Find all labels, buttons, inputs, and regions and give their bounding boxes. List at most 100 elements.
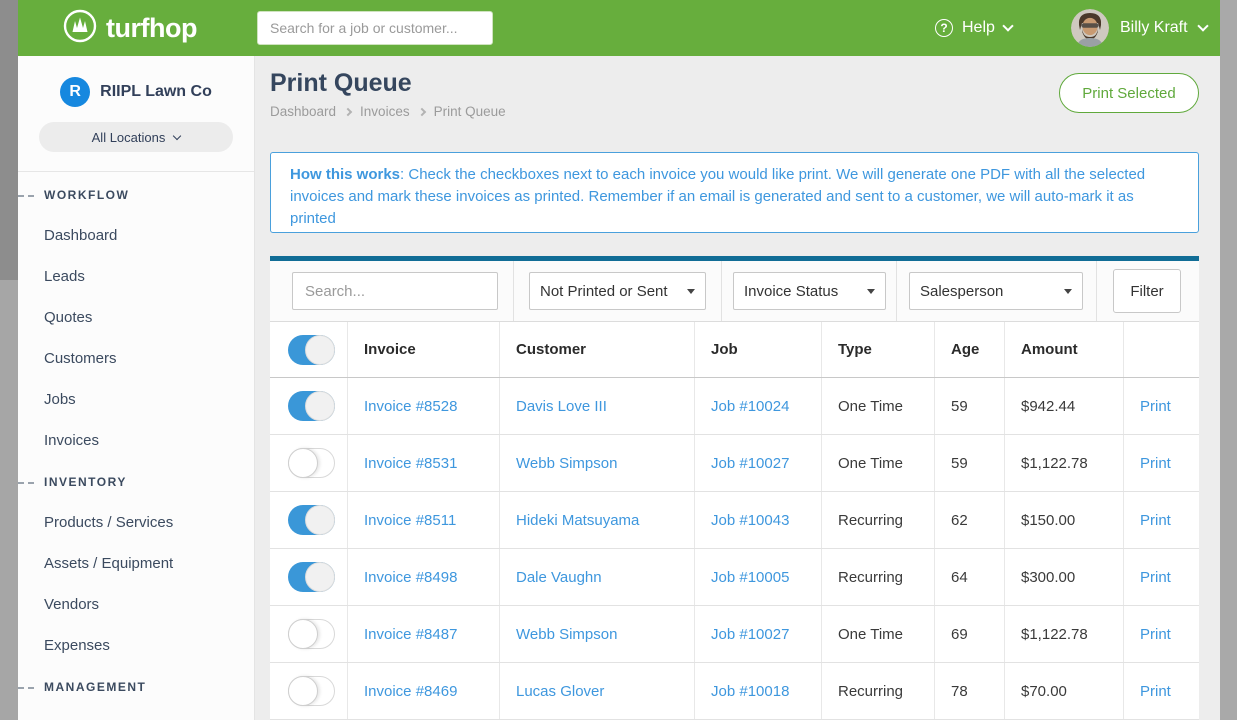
invoice-cell: Invoice #8487 [348, 606, 500, 662]
app-window: turfhop ? Help [0, 0, 1237, 720]
turfhop-grass-icon [63, 9, 97, 48]
row-select-cell [270, 492, 348, 548]
invoice-link[interactable]: Invoice #8531 [364, 455, 457, 472]
info-box: How this works: Check the checkboxes nex… [270, 152, 1199, 233]
print-link[interactable]: Print [1140, 569, 1171, 586]
customer-link[interactable]: Webb Simpson [516, 626, 617, 643]
sidebar-item-expenses[interactable]: Expenses [44, 637, 110, 654]
top-navbar: turfhop ? Help [18, 0, 1220, 56]
section-dash-icon [18, 195, 34, 197]
column-header-amount: Amount [1005, 322, 1124, 377]
sidebar-item-products-services[interactable]: Products / Services [44, 514, 173, 531]
job-link[interactable]: Job #10024 [711, 398, 789, 415]
sidebar-item-assets-equipment[interactable]: Assets / Equipment [44, 555, 173, 572]
print-link[interactable]: Print [1140, 683, 1171, 700]
customer-link[interactable]: Hideki Matsuyama [516, 512, 639, 529]
print-link[interactable]: Print [1140, 398, 1171, 415]
section-dash-icon [18, 687, 34, 689]
row-select-cell [270, 663, 348, 719]
table-row: Invoice #8528 Davis Love III Job #10024 One… [270, 378, 1199, 435]
job-cell: Job #10027 [695, 435, 822, 491]
breadcrumb-item-print-queue[interactable]: Print Queue [434, 104, 506, 119]
sidebar-item-jobs[interactable]: Jobs [44, 391, 76, 408]
action-cell: Print [1124, 606, 1199, 662]
left-scrollbar[interactable] [0, 0, 18, 720]
select-all-toggle[interactable] [288, 335, 335, 365]
app-logo[interactable]: turfhop [63, 0, 197, 56]
sidebar-item-invoices[interactable]: Invoices [44, 432, 99, 449]
left-scrollbar-thumb[interactable] [0, 0, 18, 280]
chevron-down-icon [173, 132, 181, 140]
right-scrollbar[interactable] [1220, 0, 1237, 720]
company-name: RIIPL Lawn Co [100, 83, 212, 101]
sidebar-item-vendors[interactable]: Vendors [44, 596, 99, 613]
invoice-link[interactable]: Invoice #8469 [364, 683, 457, 700]
customer-link[interactable]: Dale Vaughn [516, 569, 602, 586]
type-cell: Recurring [822, 663, 935, 719]
row-select-toggle[interactable] [288, 391, 335, 421]
global-search-input[interactable] [257, 11, 493, 45]
row-select-toggle[interactable] [288, 448, 335, 478]
invoice-status-dropdown[interactable]: Invoice Status [733, 272, 886, 310]
sidebar-section-inventory: INVENTORY [18, 461, 254, 502]
job-link[interactable]: Job #10018 [711, 683, 789, 700]
section-dash-icon [18, 482, 34, 484]
customer-link[interactable]: Davis Love III [516, 398, 607, 415]
sidebar-item-row: Quotes [18, 297, 254, 338]
sidebar-item-row: Expenses [18, 625, 254, 666]
sidebar-item-dashboard[interactable]: Dashboard [44, 227, 117, 244]
print-link[interactable]: Print [1140, 455, 1171, 472]
dropdown-caret-icon [867, 289, 875, 294]
filter-search-input[interactable] [292, 272, 498, 310]
sidebar-section-workflow: WORKFLOW [18, 174, 254, 215]
sidebar-nav: WORKFLOW Dashboard Leads Quotes Customers Job… [18, 174, 254, 720]
breadcrumb-item-dashboard[interactable]: Dashboard [270, 104, 336, 119]
job-link[interactable]: Job #10027 [711, 626, 789, 643]
info-box-heading: How this works [290, 166, 400, 183]
help-label: Help [962, 19, 995, 37]
filter-search-section [270, 261, 514, 321]
job-link[interactable]: Job #10043 [711, 512, 789, 529]
customer-link[interactable]: Webb Simpson [516, 455, 617, 472]
row-select-toggle[interactable] [288, 562, 335, 592]
sidebar-item-row: Invoices [18, 420, 254, 461]
invoice-link[interactable]: Invoice #8498 [364, 569, 457, 586]
amount-cell: $942.44 [1005, 378, 1124, 434]
print-link[interactable]: Print [1140, 512, 1171, 529]
invoice-link[interactable]: Invoice #8528 [364, 398, 457, 415]
printed-status-dropdown[interactable]: Not Printed or Sent [529, 272, 706, 310]
sidebar-item-leads[interactable]: Leads [44, 268, 85, 285]
main-content: Print Queue Dashboard Invoices Print Queue… [256, 56, 1220, 720]
sidebar-item-customers[interactable]: Customers [44, 350, 117, 367]
print-selected-button[interactable]: Print Selected [1059, 73, 1199, 113]
toggle-knob [288, 448, 318, 478]
row-select-toggle[interactable] [288, 505, 335, 535]
sidebar-divider [18, 171, 254, 172]
print-link[interactable]: Print [1140, 626, 1171, 643]
invoice-link[interactable]: Invoice #8487 [364, 626, 457, 643]
breadcrumb-separator-icon [344, 107, 352, 115]
table-row: Invoice #8487Webb SimpsonJob #10027One T… [270, 606, 1199, 663]
row-select-cell [270, 378, 348, 434]
breadcrumb-item-invoices[interactable]: Invoices [360, 104, 410, 119]
page-title: Print Queue [270, 69, 412, 98]
job-cell: Job #10018 [695, 663, 822, 719]
row-select-toggle[interactable] [288, 619, 335, 649]
row-select-toggle[interactable] [288, 676, 335, 706]
sidebar-section-label: INVENTORY [44, 475, 127, 489]
job-link[interactable]: Job #10027 [711, 455, 789, 472]
customer-cell: Lucas Glover [500, 663, 695, 719]
table-row: Invoice #8469 Lucas Glover Job #10018 Recur… [270, 663, 1199, 720]
job-link[interactable]: Job #10005 [711, 569, 789, 586]
help-menu[interactable]: ? Help [935, 0, 1012, 56]
customer-link[interactable]: Lucas Glover [516, 683, 604, 700]
salesperson-dropdown[interactable]: Salesperson [909, 272, 1083, 310]
filter-button[interactable]: Filter [1113, 269, 1181, 313]
sidebar-item-quotes[interactable]: Quotes [44, 309, 92, 326]
location-selector[interactable]: All Locations [39, 122, 233, 152]
action-cell: Print [1124, 435, 1199, 491]
user-menu[interactable]: Billy Kraft [1071, 0, 1207, 56]
type-cell: One Time [822, 378, 935, 434]
toggle-knob [305, 562, 335, 592]
invoice-link[interactable]: Invoice #8511 [364, 512, 456, 529]
